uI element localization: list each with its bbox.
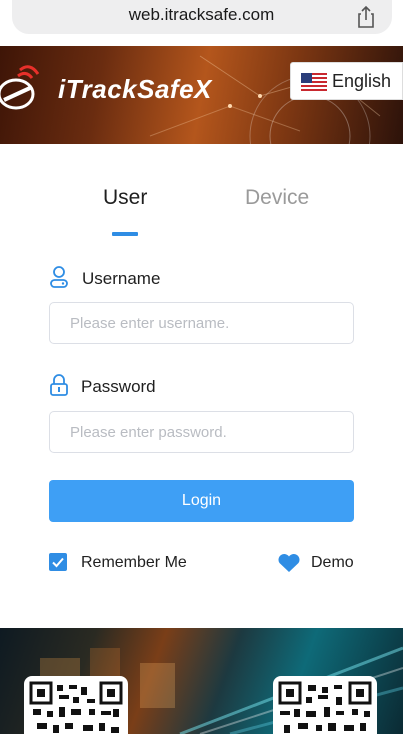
login-button[interactable]: Login bbox=[49, 480, 354, 522]
qr-code-android[interactable] bbox=[24, 676, 128, 734]
qr-code-icon bbox=[29, 681, 123, 733]
checkmark-icon bbox=[52, 557, 64, 568]
header-banner: iTrackSafeX English bbox=[0, 46, 403, 144]
qr-code-icon bbox=[278, 681, 372, 733]
password-input[interactable] bbox=[49, 411, 354, 453]
qr-code-ios[interactable] bbox=[273, 676, 377, 734]
user-icon bbox=[50, 266, 68, 288]
language-label: English bbox=[332, 71, 392, 91]
tab-device[interactable]: Device bbox=[245, 186, 309, 210]
language-selector[interactable]: English bbox=[290, 62, 403, 100]
username-input[interactable] bbox=[49, 302, 354, 344]
remember-me-checkbox[interactable] bbox=[49, 553, 67, 571]
password-label: Password bbox=[81, 377, 156, 396]
lock-icon bbox=[50, 374, 68, 396]
remember-me-label[interactable]: Remember Me bbox=[81, 554, 187, 572]
browser-url-bar: web.itracksafe.com bbox=[0, 0, 403, 46]
brand-title: iTrackSafeX bbox=[58, 74, 212, 104]
url-text[interactable]: web.itracksafe.com bbox=[0, 5, 403, 25]
heart-icon[interactable] bbox=[277, 553, 301, 573]
itracksafe-logo-icon bbox=[0, 65, 40, 110]
share-icon[interactable] bbox=[354, 5, 378, 29]
demo-link[interactable]: Demo bbox=[311, 554, 354, 572]
tab-user[interactable]: User bbox=[103, 186, 147, 210]
username-label: Username bbox=[82, 269, 161, 288]
us-flag-icon bbox=[301, 73, 327, 91]
active-tab-indicator bbox=[112, 232, 138, 236]
